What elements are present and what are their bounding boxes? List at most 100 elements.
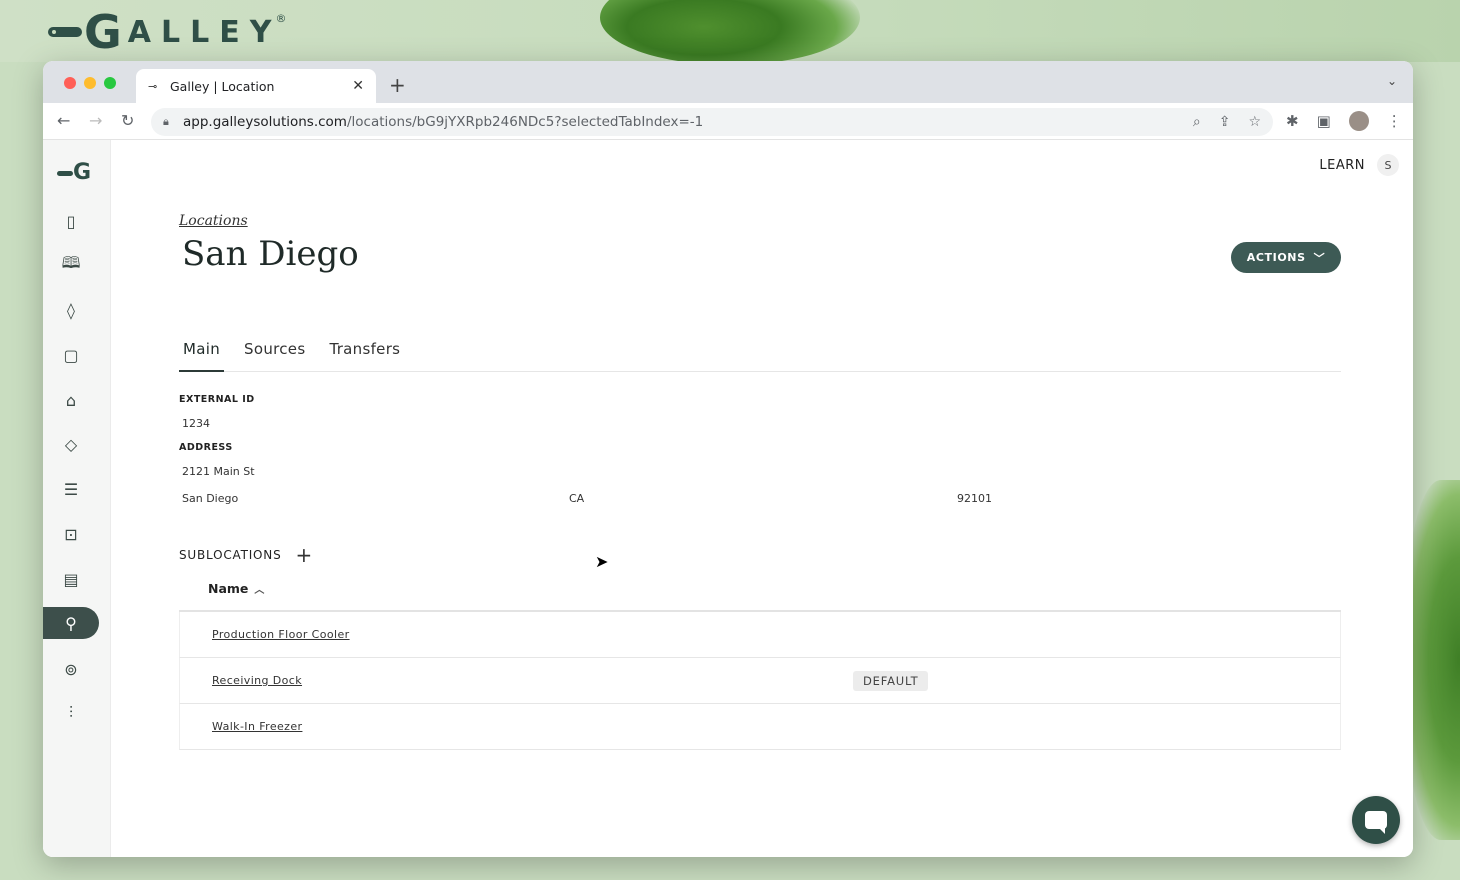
tab-sources[interactable]: Sources (240, 340, 309, 372)
galley-logo: G ALLEY ® (48, 8, 286, 56)
containers-icon: ▢ (63, 345, 79, 365)
sublocation-link[interactable]: Walk-In Freezer (212, 720, 302, 733)
bookmark-star-icon[interactable]: ☆ (1248, 114, 1261, 130)
profile-avatar[interactable] (1348, 111, 1369, 131)
sidebar-item-menus[interactable]: ⊚ (43, 653, 99, 685)
location-pin-icon: ⚲ (65, 613, 77, 633)
clipboard-icon: ▯ (66, 211, 76, 231)
share-icon[interactable]: ⇪ (1219, 114, 1231, 130)
browser-toolbar-actions: ✱ ▣ ⋮ (1286, 111, 1402, 131)
sidebar-item-locations[interactable]: ⚲ (43, 607, 99, 639)
key-icon (48, 27, 82, 37)
reload-icon[interactable]: ↻ (121, 111, 134, 130)
url-host: app.galleysolutions.com (183, 114, 347, 130)
breadcrumb-locations[interactable]: Locations (179, 213, 248, 229)
sidebar-item-recipes[interactable]: 🕮︎ (43, 249, 99, 281)
sidebar-item-ingredients[interactable]: ◊ (43, 294, 99, 326)
logo-g: G (73, 160, 92, 185)
user-avatar[interactable]: S (1377, 154, 1399, 176)
sublocation-link[interactable]: Production Floor Cooler (212, 628, 350, 641)
ingredient-icon: ◊ (67, 300, 75, 320)
minimize-window-button[interactable] (84, 77, 96, 89)
extensions-puzzle-icon[interactable]: ✱ (1286, 112, 1299, 130)
actions-button[interactable]: ACTIONS ﹀ (1231, 242, 1341, 273)
document-icon: ▤ (63, 569, 79, 589)
external-id-value: 1234 (182, 417, 210, 430)
mouse-cursor-icon: ➤ (595, 552, 609, 571)
sublocations-table: Production Floor Cooler Receiving Dock D… (179, 610, 1341, 750)
key-icon (57, 170, 73, 176)
sidebar-item-tags[interactable]: ◇ (43, 428, 99, 460)
omnibox-actions: ⌕ ⇪ ☆ (1193, 114, 1261, 130)
sort-ascending-icon: ︿ (254, 585, 265, 596)
chat-bubble-icon (1365, 811, 1387, 834)
sidebar: G ▯ 🕮︎ ◊ ▢ ⌂ ◇ ☰ ⊡ ▤ ⚲ ⊚ ⫶ (43, 140, 111, 857)
chevron-down-icon: ﹀ (1313, 251, 1326, 265)
sidebar-item-production[interactable]: ⌂ (43, 384, 99, 416)
address-street: 2121 Main St (182, 465, 255, 478)
chat-button[interactable] (1352, 796, 1400, 844)
tab-search-chevron-icon[interactable]: ⌄ (1387, 74, 1397, 88)
address-zip: 92101 (957, 492, 992, 505)
browser-tab[interactable]: ⊸ Galley | Location ✕ (136, 69, 376, 103)
cart-icon: ⊡ (64, 524, 78, 544)
close-window-button[interactable] (64, 77, 76, 89)
address-state: CA (569, 492, 585, 505)
zoom-icon[interactable]: ⌕ (1193, 114, 1201, 130)
external-id-label: EXTERNAL ID (179, 394, 255, 405)
tab-transfers[interactable]: Transfers (325, 340, 404, 372)
browser-tabbar: ⊸ Galley | Location ✕ + ⌄ (43, 61, 1413, 103)
default-badge: DEFAULT (853, 670, 929, 691)
checklist-icon: ☰ (63, 479, 79, 499)
sidebar-logo[interactable]: G (57, 162, 91, 184)
page-title: San Diego (182, 234, 359, 274)
table-row: Walk-In Freezer (179, 704, 1341, 750)
sublocations-title: SUBLOCATIONS (179, 548, 282, 562)
sidebar-item-reports[interactable]: ▤ (43, 563, 99, 595)
tab-title: Galley | Location (170, 78, 275, 94)
forward-arrow-icon[interactable]: → (89, 111, 102, 130)
sublocation-link[interactable]: Receiving Dock (212, 674, 302, 687)
learn-link[interactable]: LEARN (1319, 158, 1365, 173)
address-label: ADDRESS (179, 442, 233, 453)
url-path: /locations/bG9jYXRpb246NDc5?selectedTabI… (346, 114, 704, 130)
sidebar-item-clipboard[interactable]: ▯ (43, 205, 99, 237)
sidebar-item-purchasing[interactable]: ⊡ (43, 518, 99, 550)
back-arrow-icon[interactable]: ← (57, 111, 70, 130)
name-column-header[interactable]: Name ︿ (208, 581, 264, 596)
actions-label: ACTIONS (1246, 251, 1306, 264)
table-row: Production Floor Cooler (179, 612, 1341, 658)
close-tab-icon[interactable]: ✕ (352, 78, 364, 94)
maximize-window-button[interactable] (104, 77, 116, 89)
browser-window: ⊸ Galley | Location ✕ + ⌄ ← → ↻ 🔒︎ app.g… (43, 61, 1413, 857)
app: G ▯ 🕮︎ ◊ ▢ ⌂ ◇ ☰ ⊡ ▤ ⚲ ⊚ ⫶ LEARN S Locat… (43, 140, 1413, 857)
sidebar-item-containers[interactable]: ▢ (43, 339, 99, 371)
browser-menu-icon[interactable]: ⋮ (1387, 112, 1402, 130)
tab-bar: Main Sources Transfers (179, 340, 1341, 372)
window-controls (64, 77, 116, 89)
address-city: San Diego (182, 492, 239, 505)
side-panel-icon[interactable]: ▣ (1317, 112, 1331, 130)
lock-icon[interactable]: 🔒︎ (163, 115, 183, 129)
logo-g: G (84, 5, 122, 59)
header-actions: LEARN S (1319, 154, 1399, 176)
sidebar-item-settings[interactable]: ⫶ (43, 697, 99, 729)
kale-decoration-right (1405, 480, 1460, 840)
main-content: LEARN S Locations San Diego ACTIONS ﹀ Ma… (111, 140, 1413, 857)
name-column-label: Name (208, 581, 249, 596)
book-icon: 🕮︎ (61, 252, 81, 272)
address-bar[interactable]: 🔒︎ app.galleysolutions.com/locations/bG9… (151, 108, 1273, 136)
plate-utensils-icon: ⊚ (64, 659, 78, 679)
table-row: Receiving Dock DEFAULT (179, 658, 1341, 704)
chef-hat-icon: ⌂ (65, 390, 77, 410)
tab-main[interactable]: Main (179, 340, 225, 372)
tag-icon: ◇ (64, 434, 78, 454)
logo-text: ALLEY (127, 14, 282, 50)
sidebar-item-checklist[interactable]: ☰ (43, 473, 99, 505)
sublocations-header: SUBLOCATIONS + (179, 545, 313, 565)
sliders-icon: ⫶ (68, 703, 73, 722)
favicon-icon: ⊸ (148, 79, 158, 93)
add-sublocation-icon[interactable]: + (296, 545, 314, 565)
logo-registered: ® (275, 12, 287, 25)
new-tab-icon[interactable]: + (389, 73, 406, 97)
